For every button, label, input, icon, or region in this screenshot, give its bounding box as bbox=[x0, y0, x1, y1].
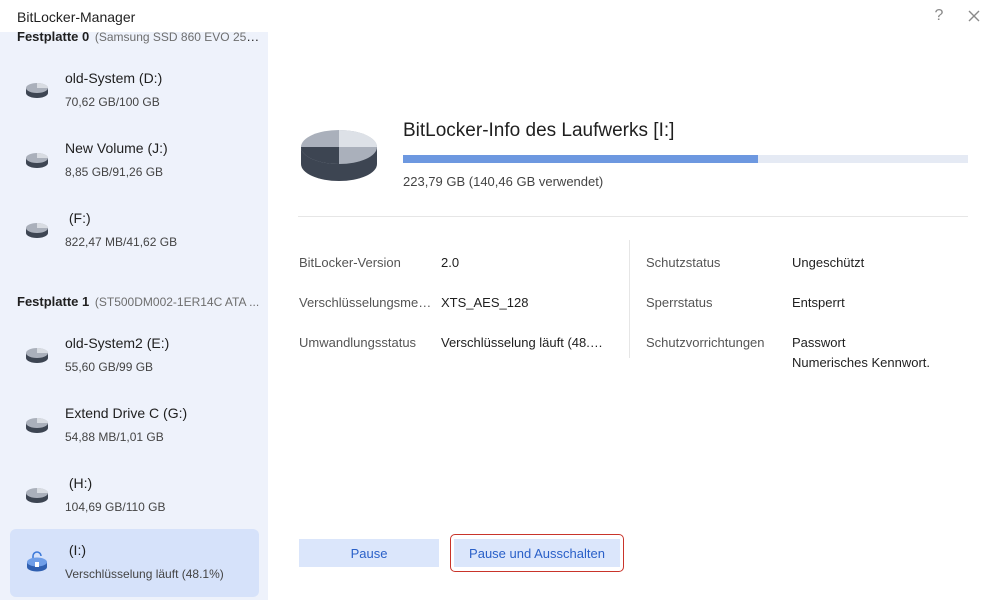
disk-name: Festplatte 0 bbox=[17, 29, 90, 44]
disk-header-1: Festplatte 1 (ST500DM002-1ER14C ATA ... bbox=[17, 294, 262, 309]
drive-icon bbox=[24, 148, 50, 172]
prop-value-conversion: Verschlüsselung läuft (48.1%) bbox=[441, 335, 608, 350]
volume-name: old-System2 (E:) bbox=[65, 335, 170, 351]
volume-item-d[interactable]: old-System (D:) 70,62 GB/100 GB bbox=[10, 57, 259, 125]
usage-progress-bar bbox=[403, 155, 968, 163]
volume-item-h[interactable]: (H:) 104,69 GB/110 GB bbox=[10, 462, 259, 530]
drive-info-title: BitLocker-Info des Laufwerks [I:] bbox=[403, 120, 675, 141]
drive-icon bbox=[24, 413, 50, 437]
help-icon[interactable]: ? bbox=[928, 5, 950, 27]
prop-label-lock: Sperrstatus bbox=[646, 295, 713, 310]
drive-icon bbox=[24, 78, 50, 102]
prop-value-protection: Ungeschützt bbox=[792, 255, 865, 270]
volume-name: (H:) bbox=[65, 475, 93, 491]
disk-model: (ST500DM002-1ER14C ATA ... bbox=[94, 295, 260, 309]
volume-size: 822,47 MB/41,62 GB bbox=[65, 235, 178, 249]
prop-value-protectors: Passwort bbox=[792, 335, 846, 350]
drive-icon bbox=[24, 218, 50, 242]
volume-name: (F:) bbox=[65, 210, 91, 226]
window-title: BitLocker-Manager bbox=[17, 9, 136, 25]
volume-item-j[interactable]: New Volume (J:) 8,85 GB/91,26 GB bbox=[10, 127, 259, 195]
unlocked-drive-icon bbox=[24, 550, 50, 574]
prop-value-version: 2.0 bbox=[441, 255, 460, 270]
volume-size: 70,62 GB/100 GB bbox=[65, 95, 160, 109]
prop-value-protectors-2: Numerisches Kennwort. bbox=[792, 355, 930, 370]
volume-size: 54,88 MB/1,01 GB bbox=[65, 430, 164, 444]
drive-large-icon bbox=[298, 122, 380, 186]
volume-item-g[interactable]: Extend Drive C (G:) 54,88 MB/1,01 GB bbox=[10, 392, 259, 460]
volume-size: 8,85 GB/91,26 GB bbox=[65, 165, 164, 179]
drive-icon bbox=[24, 483, 50, 507]
volume-name: New Volume (J:) bbox=[65, 140, 168, 156]
prop-label-conversion: Umwandlungsstatus bbox=[299, 335, 417, 350]
capacity-text: 223,79 GB (140,46 GB verwendet) bbox=[403, 174, 604, 189]
prop-value-method: XTS_AES_128 bbox=[441, 295, 529, 310]
volume-name: old-System (D:) bbox=[65, 70, 163, 86]
volume-item-f[interactable]: (F:) 822,47 MB/41,62 GB bbox=[10, 197, 259, 265]
pause-button[interactable]: Pause bbox=[299, 539, 439, 567]
drive-icon bbox=[24, 343, 50, 367]
volume-name: Extend Drive C (G:) bbox=[65, 405, 188, 421]
divider bbox=[298, 216, 968, 217]
title-bar: BitLocker-Manager ? bbox=[0, 0, 1000, 32]
prop-value-lock: Entsperrt bbox=[792, 295, 845, 310]
prop-label-protection: Schutzstatus bbox=[646, 255, 721, 270]
drive-info-panel: BitLocker-Info des Laufwerks [I:] 223,79… bbox=[268, 32, 1000, 600]
disk-header-0: Festplatte 0 (Samsung SSD 860 EVO 250... bbox=[17, 29, 262, 44]
volume-item-i[interactable]: (I:) Verschlüsselung läuft (48.1%) bbox=[10, 529, 259, 597]
disk-model: (Samsung SSD 860 EVO 250... bbox=[94, 30, 262, 44]
prop-label-method: Verschlüsselungsmethode bbox=[299, 295, 433, 310]
volume-size: Verschlüsselung läuft (48.1%) bbox=[65, 567, 224, 581]
prop-label-protectors: Schutzvorrichtungen bbox=[646, 335, 765, 350]
usage-progress-fill bbox=[403, 155, 758, 163]
volume-name: (I:) bbox=[65, 542, 86, 558]
volume-item-e[interactable]: old-System2 (E:) 55,60 GB/99 GB bbox=[10, 322, 259, 390]
close-icon[interactable] bbox=[962, 5, 986, 27]
volume-size: 55,60 GB/99 GB bbox=[65, 360, 154, 374]
column-divider bbox=[629, 240, 630, 358]
prop-label-version: BitLocker-Version bbox=[299, 255, 401, 270]
pause-and-turn-off-button[interactable]: Pause und Ausschalten bbox=[454, 539, 620, 567]
volume-size: 104,69 GB/110 GB bbox=[65, 500, 166, 514]
disk-name: Festplatte 1 bbox=[17, 294, 90, 309]
drive-sidebar: Festplatte 0 (Samsung SSD 860 EVO 250...… bbox=[0, 29, 268, 600]
